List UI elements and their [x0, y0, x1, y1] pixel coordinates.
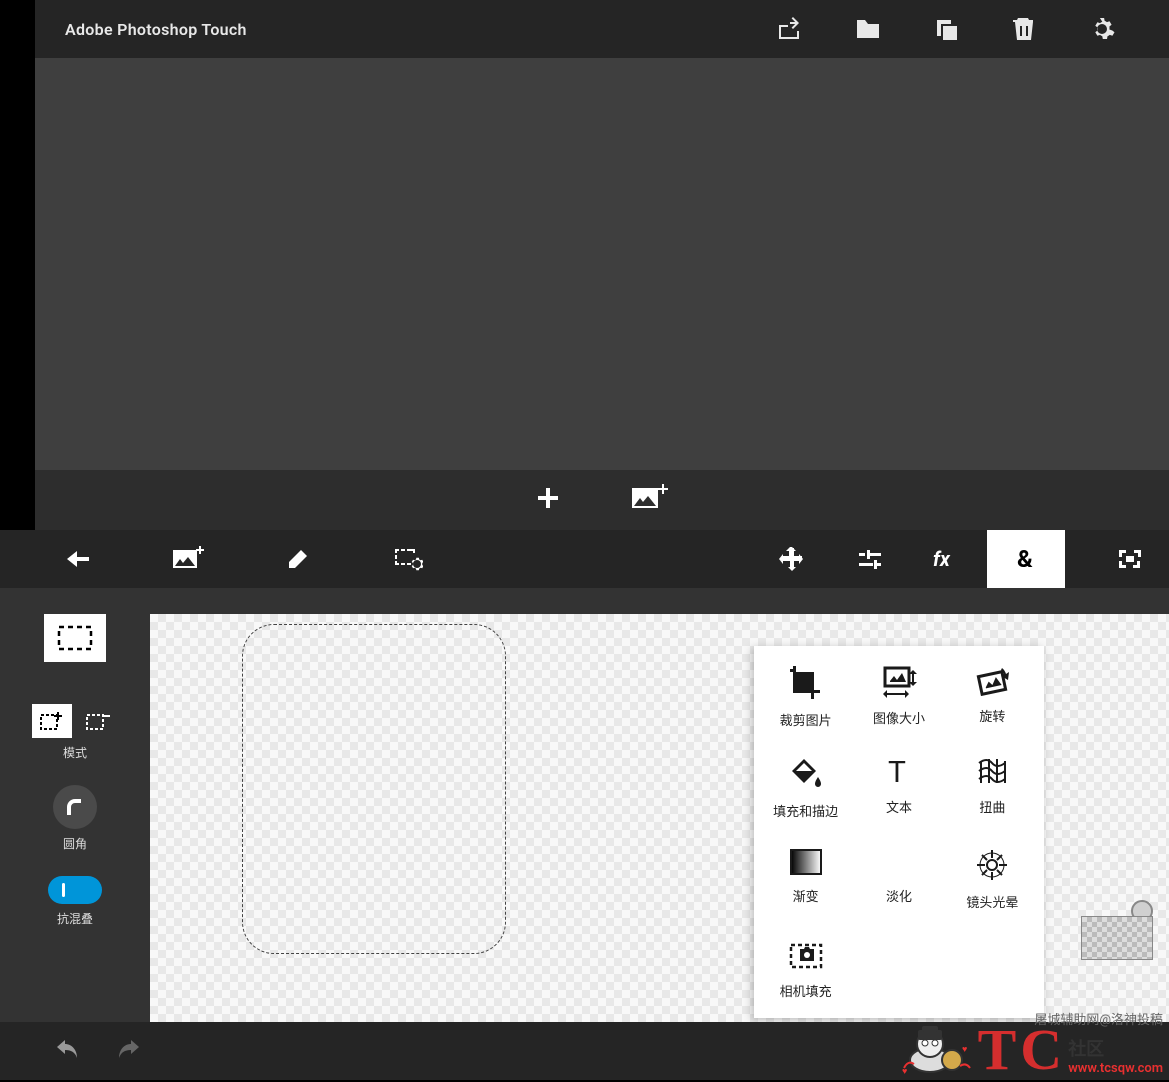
mode-subtract-button[interactable]: [78, 704, 118, 738]
text-item[interactable]: T 文本: [855, 757, 942, 820]
gear-icon: [1089, 16, 1115, 42]
undo-button[interactable]: [48, 1031, 88, 1071]
share-button[interactable]: [751, 0, 829, 58]
lens-flare-item[interactable]: 镜头光晕: [949, 848, 1036, 911]
adjust-button[interactable]: [831, 530, 909, 588]
trash-icon: [1013, 16, 1035, 42]
warp-label: 扭曲: [979, 797, 1005, 816]
antialias-toggle[interactable]: [48, 876, 102, 904]
mode-label: 模式: [63, 744, 87, 761]
folder-button[interactable]: [829, 0, 907, 58]
rotate-label: 旋转: [979, 706, 1005, 725]
antialias-label: 抗混叠: [57, 910, 93, 927]
lens-flare-icon: [975, 848, 1009, 882]
move-icon: [779, 546, 805, 572]
sliders-icon: [857, 549, 883, 569]
settings-button[interactable]: [1063, 0, 1141, 58]
editor-body: 模式 圆角 抗混叠 裁剪图片 图像大: [0, 588, 1169, 1022]
delete-button[interactable]: [985, 0, 1063, 58]
undo-icon: [55, 1040, 81, 1062]
move-tool-button[interactable]: [753, 530, 831, 588]
image-size-icon: [881, 664, 917, 698]
redo-icon: [115, 1040, 141, 1062]
svg-text:&: &: [1017, 547, 1033, 571]
image-size-item[interactable]: 图像大小: [855, 664, 942, 729]
svg-text:fx: fx: [933, 548, 951, 570]
camera-fill-icon: [787, 939, 825, 971]
editor-footer: [0, 1022, 1169, 1080]
image-add-button[interactable]: [158, 530, 218, 588]
back-button[interactable]: [48, 530, 108, 588]
top-bar: Adobe Photoshop Touch: [0, 0, 1169, 58]
editor-screen: fx & 模式: [0, 530, 1169, 1080]
fill-stroke-icon: [790, 757, 822, 791]
fade-item[interactable]: 淡化: [855, 848, 942, 911]
crop-item[interactable]: 裁剪图片: [762, 664, 849, 729]
fx-button[interactable]: fx: [909, 530, 987, 588]
app-title: Adobe Photoshop Touch: [65, 20, 247, 39]
home-screen: Adobe Photoshop Touch: [0, 0, 1169, 530]
warp-icon: [975, 757, 1009, 787]
plus-icon: [536, 486, 560, 510]
copy-button[interactable]: [907, 0, 985, 58]
home-workspace: [35, 58, 1169, 470]
svg-text:T: T: [888, 757, 906, 787]
layer-thumbnail[interactable]: [1081, 916, 1153, 960]
marquee-icon: [57, 625, 93, 651]
lens-flare-label: 镜头光晕: [966, 892, 1018, 911]
more-menu-button[interactable]: &: [987, 530, 1065, 588]
fullscreen-icon: [1117, 548, 1143, 570]
pencil-icon: [287, 548, 309, 570]
left-sidebar: 模式 圆角 抗混叠: [0, 588, 150, 1022]
fade-label: 淡化: [886, 886, 912, 905]
crop-label: 裁剪图片: [780, 710, 832, 729]
watermark-credit: 屠城辅助网@洛神投稿: [1034, 1009, 1163, 1028]
selection-subtract-icon: [85, 710, 111, 732]
left-letterbox: [0, 0, 35, 530]
selection-add-icon: [39, 710, 65, 732]
text-icon: T: [884, 757, 914, 787]
add-button[interactable]: [536, 486, 560, 514]
rotate-icon: [974, 664, 1010, 696]
selection-settings-button[interactable]: [378, 530, 438, 588]
selection-mode-row: [32, 704, 118, 738]
layers-panel: [1061, 900, 1153, 960]
fullscreen-button[interactable]: [1091, 530, 1169, 588]
warp-item[interactable]: 扭曲: [949, 757, 1036, 820]
back-arrow-icon: [65, 549, 91, 569]
corner-radius-button[interactable]: [53, 785, 97, 829]
more-menu-panel: 裁剪图片 图像大小 旋转 填充和描边 T 文本: [754, 646, 1044, 1018]
gradient-item[interactable]: 渐变: [762, 848, 849, 911]
gradient-label: 渐变: [793, 886, 819, 905]
fx-icon: fx: [933, 548, 963, 570]
fade-icon: [882, 848, 916, 876]
crop-icon: [788, 664, 824, 700]
camera-fill-item[interactable]: 相机填充: [762, 939, 849, 1000]
selection-gear-icon: [393, 547, 423, 571]
editor-topbar: fx &: [0, 530, 1169, 588]
corner-label: 圆角: [63, 835, 87, 852]
home-bottom-panel: [35, 470, 1169, 530]
share-icon: [777, 17, 803, 41]
copy-icon: [934, 17, 958, 41]
add-image-button[interactable]: [630, 484, 668, 516]
folder-icon: [855, 18, 881, 40]
edit-button[interactable]: [268, 530, 328, 588]
fill-stroke-label: 填充和描边: [773, 801, 838, 820]
image-plus-icon: [171, 546, 205, 572]
image-size-label: 图像大小: [873, 708, 925, 727]
camera-fill-label: 相机填充: [780, 981, 832, 1000]
image-plus-icon: [630, 484, 668, 512]
selection-marquee[interactable]: [242, 624, 506, 954]
marquee-tool-button[interactable]: [44, 614, 106, 662]
redo-button[interactable]: [108, 1031, 148, 1071]
ampersand-icon: &: [1014, 547, 1038, 571]
fill-stroke-item[interactable]: 填充和描边: [762, 757, 849, 820]
rotate-item[interactable]: 旋转: [949, 664, 1036, 729]
gradient-icon: [789, 848, 823, 876]
text-label: 文本: [886, 797, 912, 816]
mode-add-button[interactable]: [32, 704, 72, 738]
corner-icon: [63, 795, 87, 819]
